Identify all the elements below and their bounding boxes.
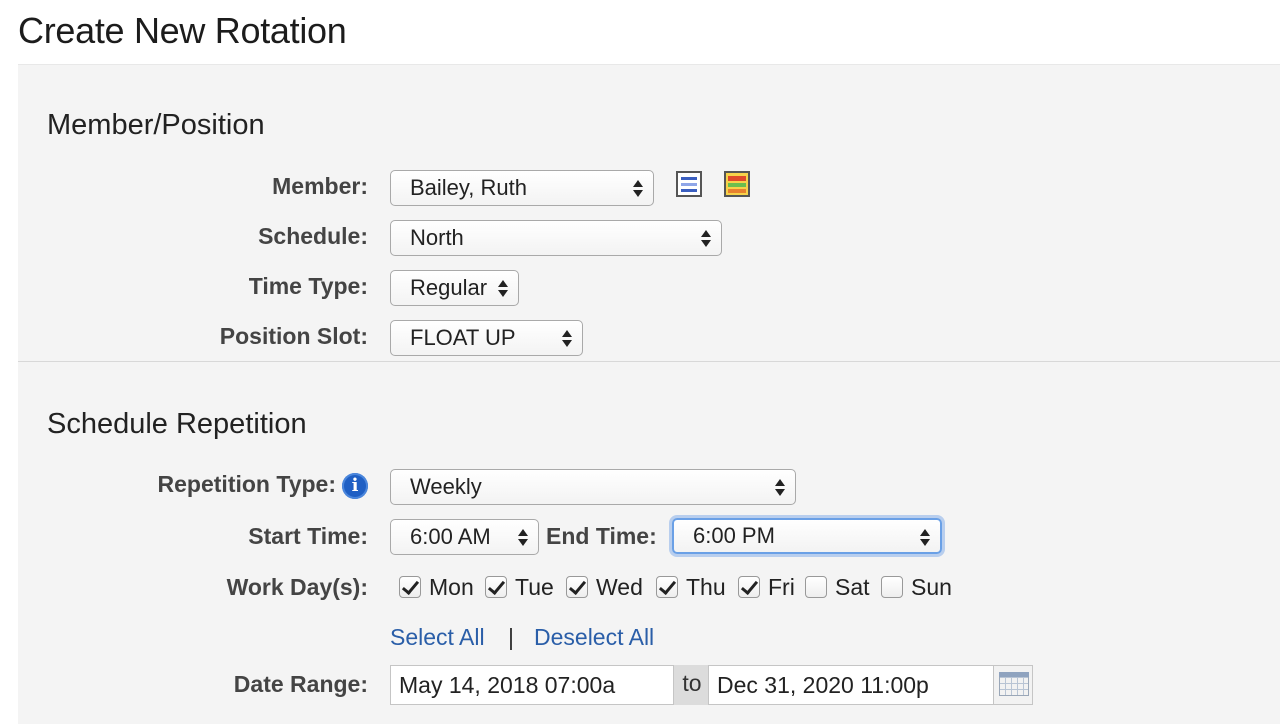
link-separator: |	[508, 624, 514, 650]
schedule-select[interactable]: North	[390, 220, 722, 256]
checkbox-wed[interactable]	[566, 576, 588, 598]
work-days-label: Work Day(s):	[226, 574, 368, 600]
workday-sun-label: Sun	[911, 573, 952, 600]
repetition-type-label-text: Repetition Type:	[157, 471, 336, 497]
member-select-value: Bailey, Ruth	[410, 175, 527, 200]
workday-thu[interactable]: Thu	[656, 573, 726, 601]
select-arrows-icon	[562, 328, 572, 348]
date-range-label: Date Range:	[233, 671, 368, 697]
schedule-repetition-heading: Schedule Repetition	[47, 408, 307, 440]
section-divider	[18, 361, 1280, 362]
workday-tue[interactable]: Tue	[485, 573, 554, 601]
workday-mon-label: Mon	[429, 573, 474, 600]
repetition-type-label: Repetition Type: i	[118, 471, 368, 499]
repetition-type-select-value: Weekly	[410, 474, 482, 499]
select-arrows-icon	[518, 527, 528, 547]
end-time-select[interactable]: 6:00 PM	[672, 518, 942, 554]
checkbox-sat[interactable]	[805, 576, 827, 598]
workday-sun[interactable]: Sun	[881, 573, 952, 601]
workday-wed[interactable]: Wed	[566, 573, 643, 601]
select-arrows-icon	[633, 178, 643, 198]
workday-sat-label: Sat	[835, 573, 870, 600]
select-arrows-icon	[701, 228, 711, 248]
member-select[interactable]: Bailey, Ruth	[390, 170, 654, 206]
select-all-link[interactable]: Select All	[390, 624, 485, 651]
select-arrows-icon	[498, 278, 508, 298]
time-type-select[interactable]: Regular	[390, 270, 519, 306]
color-chart-icon[interactable]	[724, 171, 750, 197]
info-icon[interactable]: i	[342, 472, 368, 499]
workday-wed-label: Wed	[596, 573, 643, 600]
checkbox-tue[interactable]	[485, 576, 507, 598]
start-time-label: Start Time:	[248, 523, 368, 549]
time-type-select-value: Regular	[410, 275, 488, 300]
time-type-label: Time Type:	[248, 273, 368, 299]
workday-sat[interactable]: Sat	[805, 573, 870, 601]
member-position-heading: Member/Position	[47, 109, 265, 141]
workday-tue-label: Tue	[515, 573, 554, 600]
checkbox-thu[interactable]	[656, 576, 678, 598]
checkbox-mon[interactable]	[399, 576, 421, 598]
calendar-icon[interactable]	[993, 665, 1033, 705]
select-arrows-icon	[920, 527, 930, 547]
workday-mon[interactable]: Mon	[399, 573, 474, 601]
repetition-type-select[interactable]: Weekly	[390, 469, 796, 505]
position-slot-select[interactable]: FLOAT UP	[390, 320, 583, 356]
date-range-start-input[interactable]: May 14, 2018 07:00a	[390, 665, 674, 705]
start-time-select[interactable]: 6:00 AM	[390, 519, 539, 555]
checkbox-fri[interactable]	[738, 576, 760, 598]
schedule-view-icon[interactable]	[676, 171, 702, 197]
date-range-end-input[interactable]: Dec 31, 2020 11:00p	[708, 665, 994, 705]
position-slot-select-value: FLOAT UP	[410, 325, 516, 350]
end-time-label: End Time:	[546, 523, 657, 549]
position-slot-label: Position Slot:	[219, 323, 368, 349]
end-time-select-value: 6:00 PM	[693, 523, 775, 548]
workday-fri-label: Fri	[768, 573, 795, 600]
workday-thu-label: Thu	[686, 573, 726, 600]
schedule-label: Schedule:	[258, 223, 368, 249]
rotation-form: Member/Position Member: Bailey, Ruth Sch…	[18, 64, 1280, 724]
schedule-select-value: North	[410, 225, 464, 250]
checkbox-sun[interactable]	[881, 576, 903, 598]
workday-fri[interactable]: Fri	[738, 573, 795, 601]
page-title: Create New Rotation	[18, 10, 347, 51]
member-label: Member:	[272, 173, 368, 199]
date-range-to: to	[674, 665, 710, 705]
deselect-all-link[interactable]: Deselect All	[534, 624, 654, 651]
select-arrows-icon	[775, 477, 785, 497]
start-time-select-value: 6:00 AM	[410, 524, 491, 549]
